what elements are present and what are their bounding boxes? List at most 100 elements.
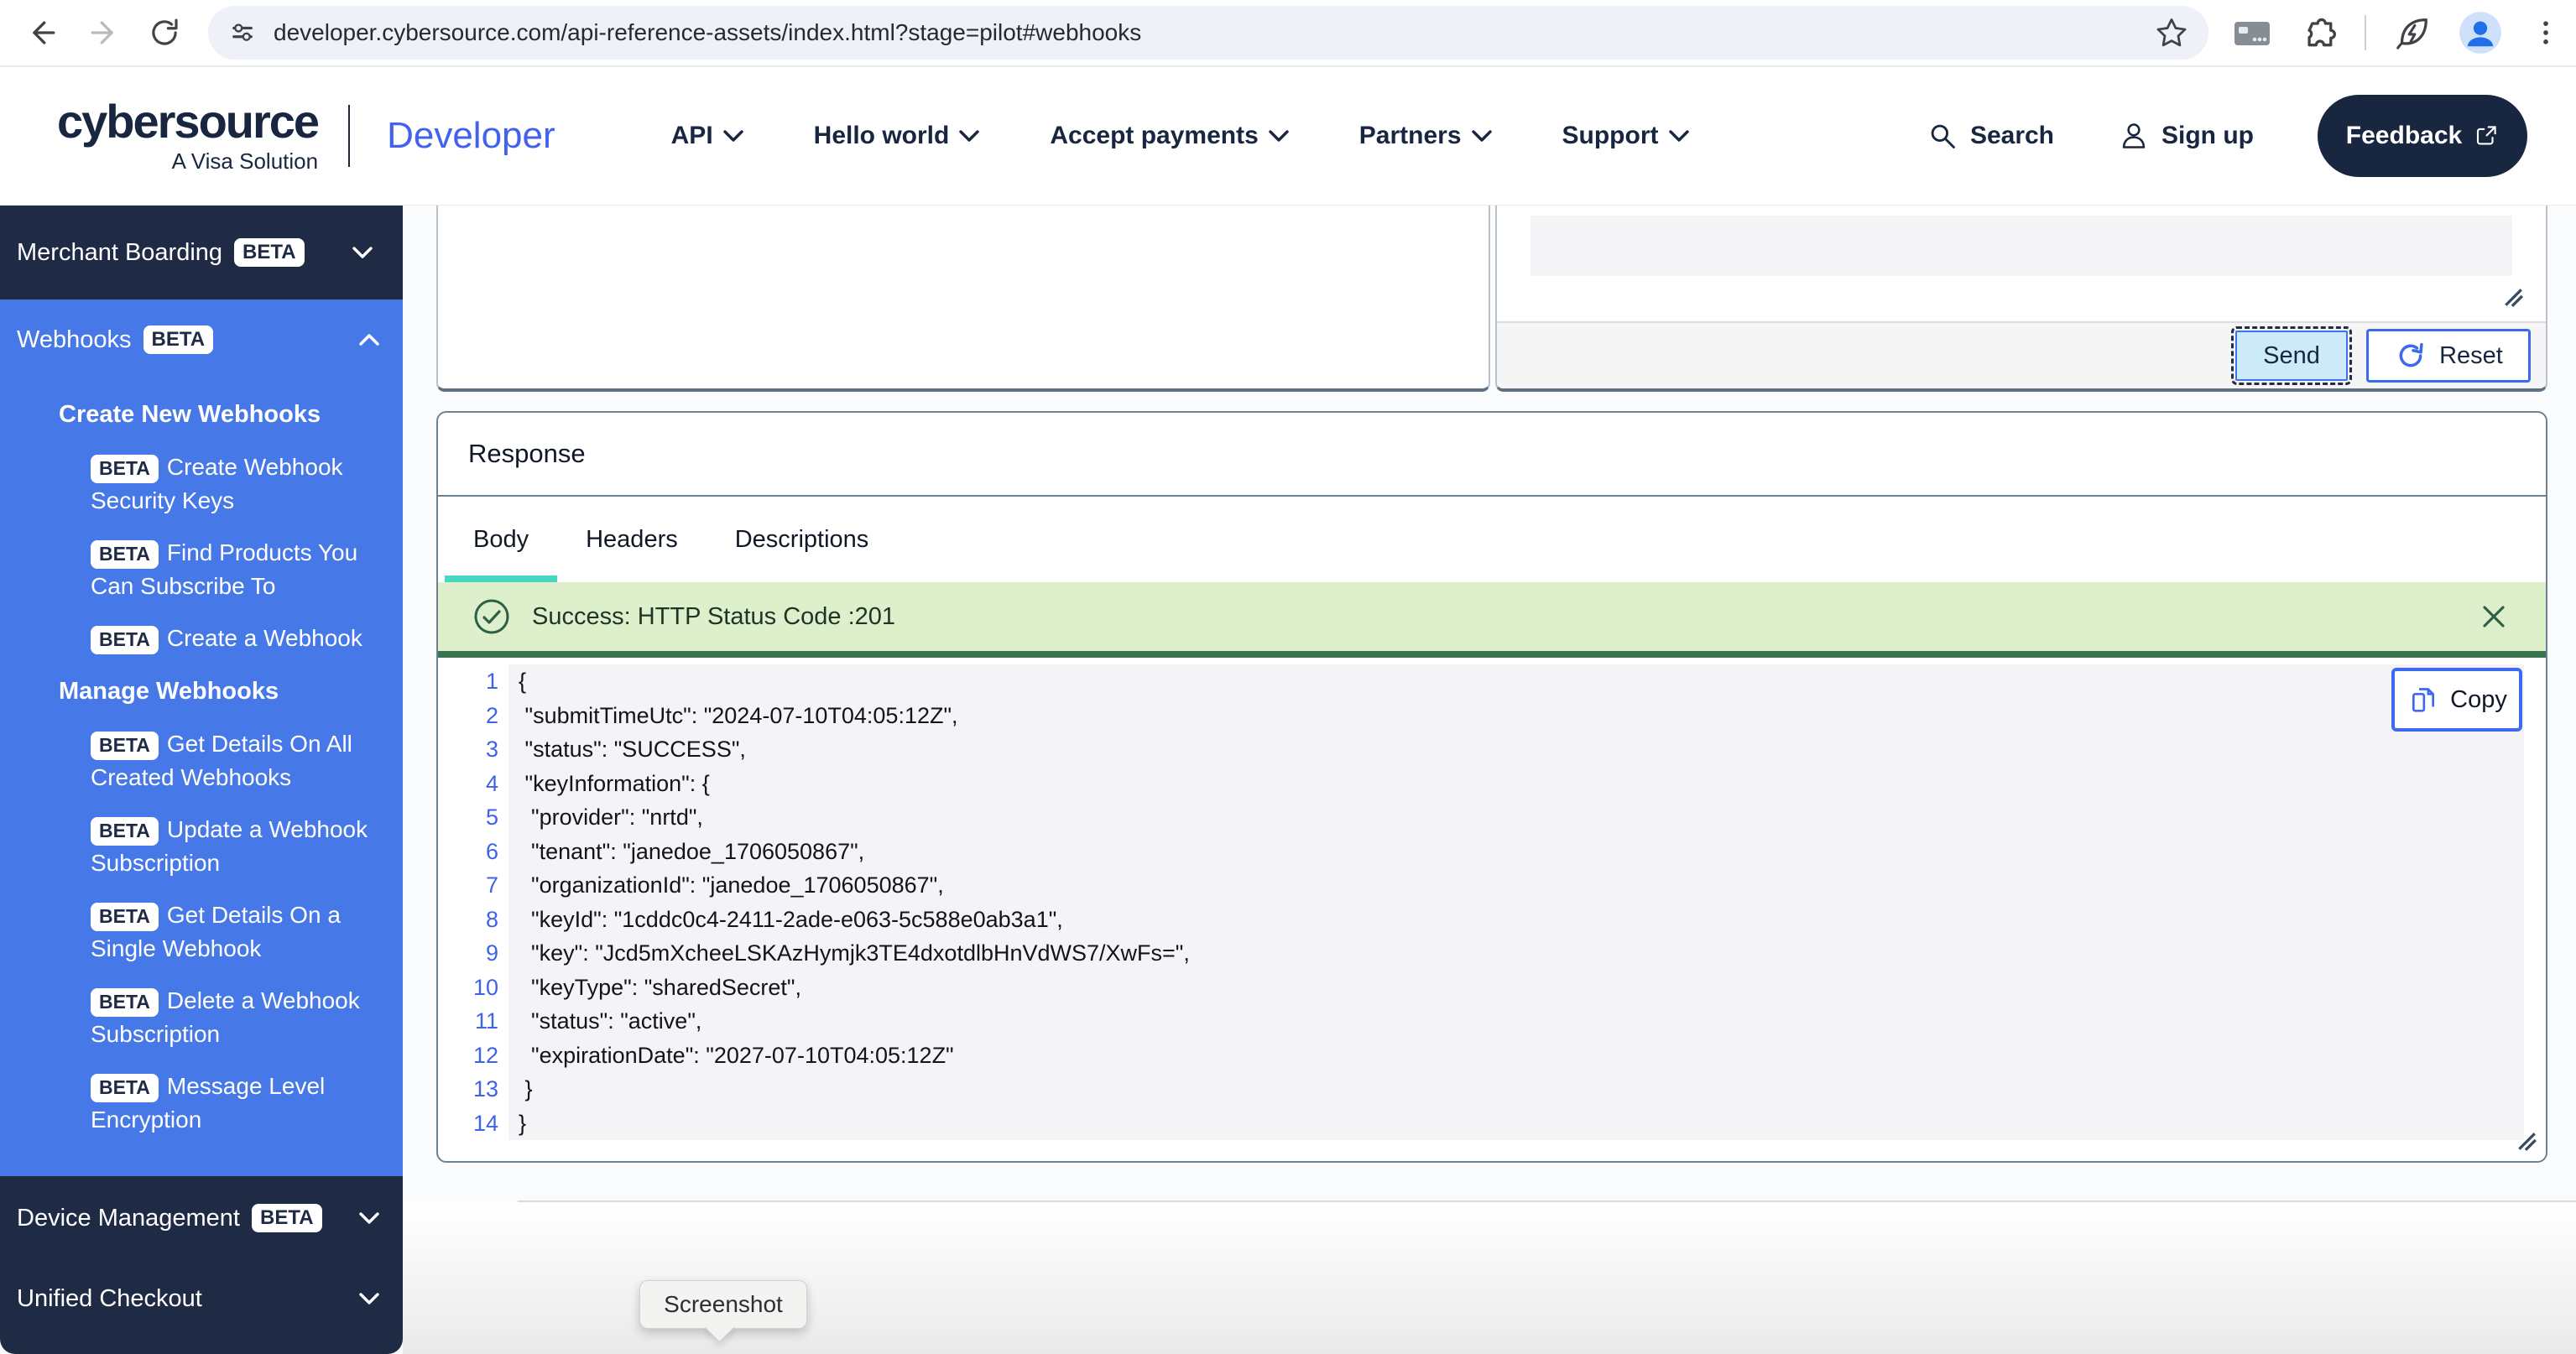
- sidebar-item-create-webhook-security-keys[interactable]: BETACreate Webhook Security Keys: [0, 450, 403, 518]
- sidebar-section-device-management[interactable]: Device Management BETA: [0, 1178, 403, 1258]
- site-header: cybersource A Visa Solution Developer AP…: [0, 67, 2576, 206]
- profile-avatar[interactable]: [2459, 11, 2502, 55]
- line-number: 4: [456, 767, 508, 801]
- chevron-down-icon: [359, 1293, 379, 1305]
- browser-actions: [2230, 11, 2563, 55]
- response-panel: Response BodyHeadersDescriptions Success…: [436, 411, 2547, 1163]
- back-icon[interactable]: [23, 14, 60, 51]
- code-line: "provider": "nrtd",: [508, 800, 2524, 835]
- signup-label: Sign up: [2161, 122, 2254, 150]
- tab-body[interactable]: Body: [445, 497, 557, 582]
- tab-descriptions[interactable]: Descriptions: [707, 497, 898, 582]
- bookmark-star-icon[interactable]: [2153, 14, 2190, 51]
- sidebar-group-heading[interactable]: Create New Webhooks: [0, 397, 403, 432]
- request-body-textarea[interactable]: [1530, 216, 2512, 276]
- line-number: 8: [456, 903, 508, 937]
- sidebar-section-merchant-boarding[interactable]: Merchant BoardingBETA: [17, 212, 379, 293]
- logo-divider: [348, 105, 350, 167]
- nav-item-support[interactable]: Support: [1562, 122, 1689, 150]
- line-number: 14: [456, 1107, 508, 1141]
- response-body-region: 1{2 "submitTimeUtc": "2024-07-10T04:05:1…: [438, 658, 2546, 1140]
- nav-item-label: API: [671, 122, 713, 150]
- beta-badge: BETA: [252, 1204, 322, 1233]
- screenshot-tooltip: Screenshot: [639, 1280, 807, 1329]
- line-number: 2: [456, 699, 508, 733]
- response-tabs: BodyHeadersDescriptions: [438, 497, 2546, 582]
- sidebar-section-unified-checkout[interactable]: Unified Checkout: [0, 1258, 403, 1339]
- code-line: "submitTimeUtc": "2024-07-10T04:05:12Z",: [508, 699, 2524, 733]
- sidebar-item-delete-a-webhook-subscription[interactable]: BETADelete a Webhook Subscription: [0, 984, 403, 1051]
- beta-badge: BETA: [234, 238, 305, 268]
- code-line: "status": "SUCCESS",: [508, 732, 2524, 767]
- copy-button[interactable]: Copy: [2391, 668, 2522, 732]
- nav-item-label: Partners: [1359, 122, 1462, 150]
- signup-button[interactable]: Sign up: [2118, 120, 2254, 152]
- beta-badge: BETA: [91, 988, 159, 1017]
- sidebar-item-create-a-webhook[interactable]: BETA Create a Webhook: [0, 622, 403, 655]
- code-line: }: [508, 1072, 2524, 1107]
- cybersource-logo[interactable]: cybersource A Visa Solution: [57, 98, 318, 174]
- code-line: "organizationId": "janedoe_1706050867",: [508, 868, 2524, 903]
- nav-item-label: Hello world: [814, 122, 950, 150]
- response-title-row: Response: [438, 413, 2546, 497]
- forward-icon[interactable]: [86, 14, 123, 51]
- beta-badge: BETA: [143, 325, 214, 355]
- banner-close-icon[interactable]: [2475, 598, 2512, 635]
- sidebar-item-update-a-webhook-subscription[interactable]: BETAUpdate a Webhook Subscription: [0, 813, 403, 880]
- battery-saver-leaf-icon[interactable]: [2393, 13, 2432, 52]
- response-resize-handle[interactable]: [2516, 1130, 2537, 1156]
- tab-headers[interactable]: Headers: [557, 497, 707, 582]
- sidebar-group-heading[interactable]: Manage Webhooks: [0, 674, 403, 709]
- nav-item-label: Support: [1562, 122, 1659, 150]
- reset-button[interactable]: Reset: [2366, 329, 2531, 383]
- developer-brand[interactable]: Developer: [387, 115, 555, 157]
- url-text: developer.cybersource.com/api-reference-…: [274, 19, 2153, 46]
- textarea-resize-handle[interactable]: [2502, 286, 2524, 312]
- nav-item-hello-world[interactable]: Hello world: [814, 122, 980, 150]
- browser-menu-kebab-icon[interactable]: [2529, 14, 2563, 51]
- response-title: Response: [468, 439, 586, 469]
- section-label: Webhooks: [17, 326, 132, 354]
- code-line: "tenant": "janedoe_1706050867",: [508, 835, 2524, 869]
- line-number: 12: [456, 1039, 508, 1073]
- nav-item-accept-payments[interactable]: Accept payments: [1050, 122, 1288, 150]
- response-json-code[interactable]: 1{2 "submitTimeUtc": "2024-07-10T04:05:1…: [456, 664, 2524, 1140]
- sidebar-item-message-level-encryption[interactable]: BETAMessage Level Encryption: [0, 1070, 403, 1137]
- beta-badge: BETA: [91, 626, 159, 654]
- code-line: "keyInformation": {: [508, 767, 2524, 801]
- site-settings-icon[interactable]: [227, 17, 258, 49]
- beta-badge: BETA: [91, 455, 159, 483]
- send-button[interactable]: Send: [2235, 331, 2348, 381]
- nav-item-api[interactable]: API: [671, 122, 743, 150]
- copy-label: Copy: [2450, 686, 2507, 714]
- beta-badge: BETA: [91, 1074, 159, 1102]
- chevron-down-icon: [1269, 130, 1289, 142]
- main-nav: API Hello world Accept payments Partners Sup…: [671, 122, 1689, 150]
- sidebar-item-get-details-on-all-created-webhooks[interactable]: BETAGet Details On All Created Webhooks: [0, 727, 403, 794]
- line-number: 7: [456, 868, 508, 903]
- sidebar-webhooks-section: WebhooksBETA Create New WebhooksBETACrea…: [0, 299, 403, 1176]
- code-line: "status": "active",: [508, 1004, 2524, 1039]
- sidebar: Merchant BoardingBETA Webhooks BETA Creat…: [0, 206, 403, 1354]
- chevron-down-icon: [723, 130, 743, 142]
- extensions-puzzle-icon[interactable]: [2301, 14, 2338, 51]
- reload-icon[interactable]: [146, 14, 183, 51]
- reset-label: Reset: [2439, 342, 2503, 370]
- chevron-down-icon: [1472, 130, 1492, 142]
- line-number: 3: [456, 732, 508, 767]
- copy-icon: [2407, 683, 2440, 716]
- sidebar-item-label: Create a Webhook: [167, 625, 362, 651]
- payment-card-icon[interactable]: [2230, 13, 2274, 53]
- search-icon: [1927, 120, 1958, 152]
- sidebar-item-find-products-you-can-subscribe-to[interactable]: BETAFind Products You Can Subscribe To: [0, 536, 403, 603]
- section-label: Device Management: [17, 1205, 240, 1232]
- address-bar[interactable]: developer.cybersource.com/api-reference-…: [208, 6, 2208, 60]
- nav-item-partners[interactable]: Partners: [1359, 122, 1492, 150]
- beta-badge: BETA: [91, 732, 159, 760]
- sidebar-section-webhooks[interactable]: Webhooks BETA: [0, 299, 403, 380]
- search-button[interactable]: Search: [1927, 120, 2054, 152]
- sidebar-item-get-details-on-a-single-webhook[interactable]: BETAGet Details On a Single Webhook: [0, 898, 403, 966]
- feedback-button[interactable]: Feedback: [2318, 95, 2527, 177]
- request-left-panel: [436, 206, 1490, 392]
- request-right-panel: Send Reset: [1495, 206, 2547, 392]
